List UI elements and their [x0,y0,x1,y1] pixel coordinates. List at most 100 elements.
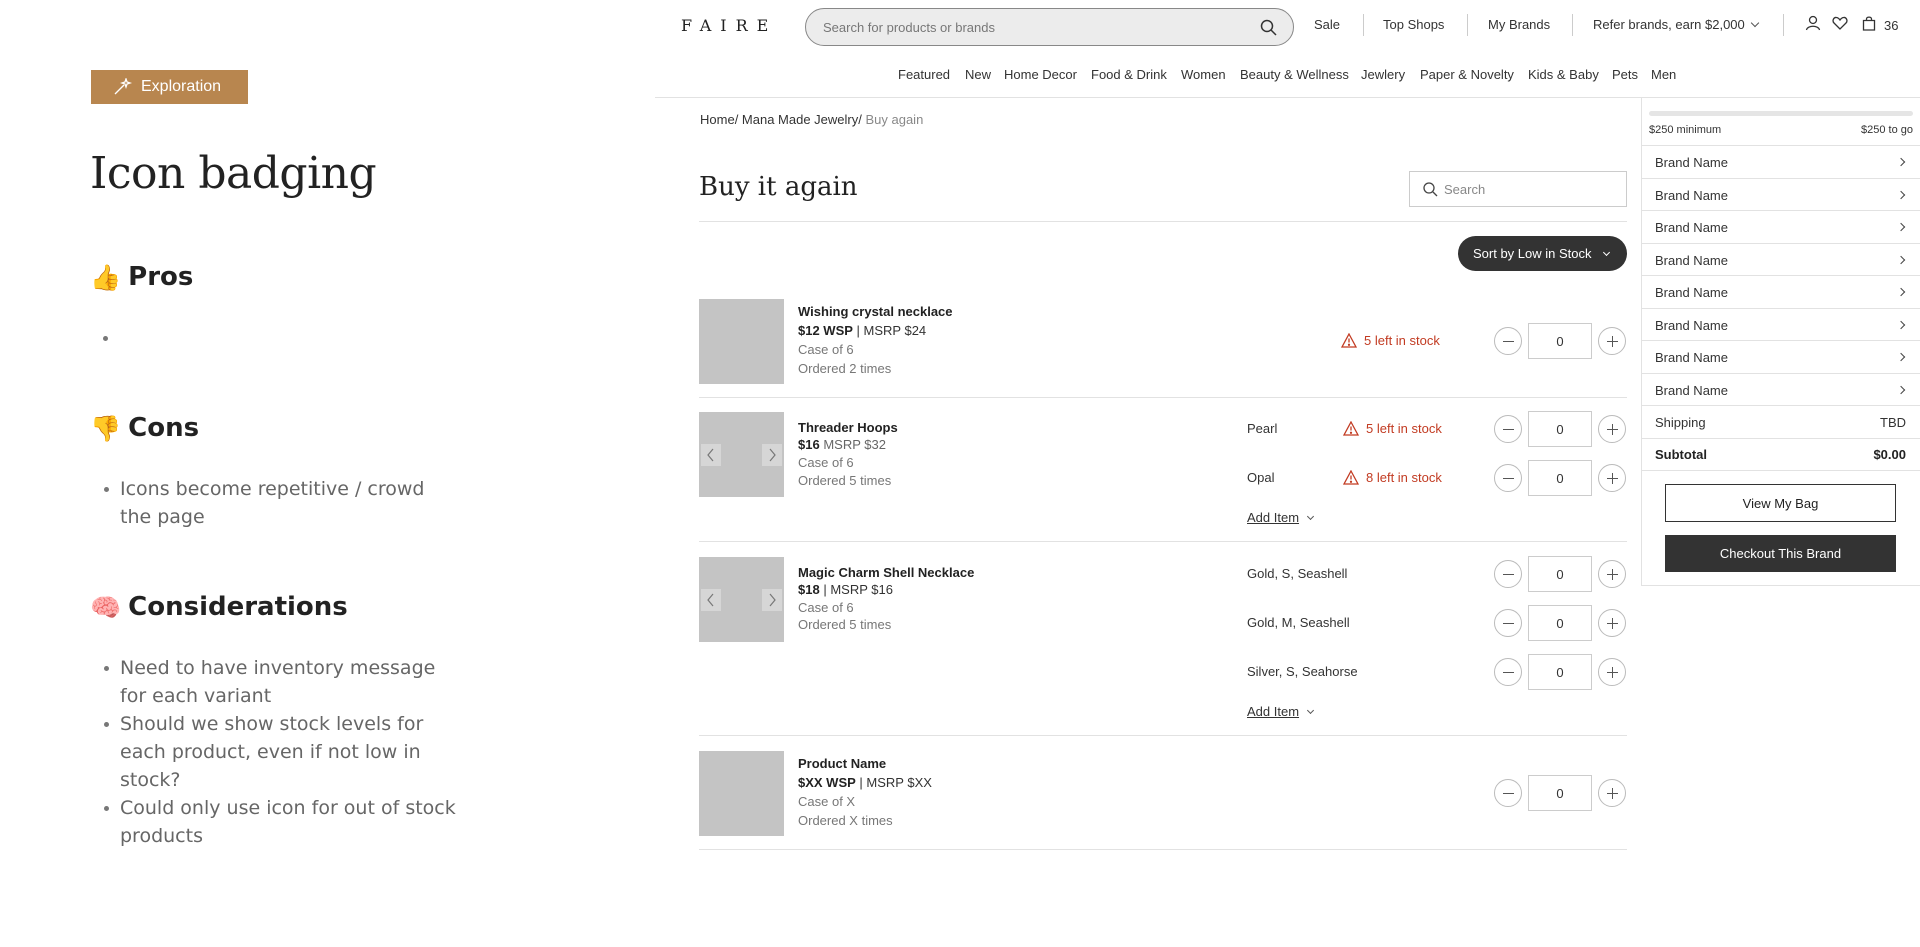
next-image-button[interactable] [762,444,782,466]
product-image[interactable] [699,412,784,497]
cart-brand-row[interactable]: Brand Name [1641,145,1920,178]
increment-button[interactable] [1598,415,1626,443]
increment-button[interactable] [1598,609,1626,637]
product-name[interactable]: Wishing crystal necklace [798,304,953,319]
category-home-decor[interactable]: Home Decor [1004,67,1077,82]
prev-image-button[interactable] [701,444,721,466]
brand-name: Brand Name [1655,317,1728,333]
nav-refer[interactable]: Refer brands, earn $2,000 [1593,17,1760,32]
product-name[interactable]: Product Name [798,756,886,771]
cons-list: Icons become repetitive / crowd the page [104,475,460,531]
nav-sale[interactable]: Sale [1314,17,1340,32]
add-item-button[interactable]: Add Item [1247,510,1315,525]
notes-title: Icon badging [90,148,377,199]
nav-my-brands[interactable]: My Brands [1488,17,1550,32]
decrement-button[interactable] [1494,327,1522,355]
user-icon[interactable] [1805,15,1821,31]
prev-image-button[interactable] [701,589,721,611]
add-item-button[interactable]: Add Item [1247,704,1315,719]
decrement-button[interactable] [1494,609,1522,637]
product-ordered: Ordered X times [798,813,893,828]
chevron-right-icon [769,593,776,607]
breadcrumb-brand[interactable]: Mana Made Jewelry [742,112,858,127]
shipping-value: TBD [1880,414,1906,430]
category-women[interactable]: Women [1181,67,1226,82]
notes-panel: Exploration Icon badging 👍 Pros 👎 Cons I… [0,0,655,947]
increment-button[interactable] [1598,658,1626,686]
category-pets[interactable]: Pets [1612,67,1638,82]
view-bag-button[interactable]: View My Bag [1665,484,1896,522]
product-image[interactable] [699,557,784,642]
chevron-left-icon [707,448,714,462]
category-food-drink[interactable]: Food & Drink [1091,67,1167,82]
quantity-input[interactable]: 0 [1528,605,1592,641]
product-name[interactable]: Threader Hoops [798,420,898,435]
category-paper-novelty[interactable]: Paper & Novelty [1420,67,1514,82]
cart-brand-row[interactable]: Brand Name [1641,275,1920,308]
stock-warning: 5 left in stock [1343,421,1442,436]
quantity-input[interactable]: 0 [1528,411,1592,447]
product-image[interactable] [699,299,784,384]
faire-logo[interactable]: FAIRE [681,16,777,35]
quantity-input[interactable]: 0 [1528,654,1592,690]
breadcrumb-home[interactable]: Home [700,112,735,127]
chevron-right-icon [769,448,776,462]
category-jewelry[interactable]: Jewlery [1361,67,1405,82]
page-title: Buy it again [699,172,858,202]
stock-text: 8 left in stock [1366,470,1442,485]
bag-icon[interactable] [1861,15,1877,31]
product-price: $16 MSRP $32 [798,437,886,452]
sort-dropdown[interactable]: Sort by Low in Stock [1458,236,1627,271]
quantity-input[interactable]: 0 [1528,460,1592,496]
list-search-input[interactable]: Search [1409,171,1627,207]
brain-icon: 🧠 [90,592,122,622]
checkout-brand-button[interactable]: Checkout This Brand [1665,535,1896,572]
shipping-label: Shipping [1655,414,1706,430]
increment-button[interactable] [1598,560,1626,588]
search-input[interactable]: Search for products or brands [805,8,1294,46]
product-case: Case of X [798,794,856,809]
chevron-left-icon [707,593,714,607]
increment-button[interactable] [1598,464,1626,492]
decrement-button[interactable] [1494,464,1522,492]
breadcrumb: Home/ Mana Made Jewelry/ Buy again [700,112,924,127]
empty-bullet [103,336,108,341]
search-icon[interactable] [1260,19,1277,36]
minimum-label: $250 minimum [1649,124,1722,136]
cart-brand-row[interactable]: Brand Name [1641,308,1920,341]
cart-brand-row[interactable]: Brand Name [1641,178,1920,211]
brand-name: Brand Name [1655,252,1728,268]
category-featured[interactable]: Featured [898,67,950,82]
product-name[interactable]: Magic Charm Shell Necklace [798,565,974,580]
category-new[interactable]: New [965,67,991,82]
product-case: Case of 6 [798,600,854,615]
cart-brand-row[interactable]: Brand Name [1641,373,1920,406]
decrement-button[interactable] [1494,658,1522,686]
heart-icon[interactable] [1832,15,1848,31]
quantity-input[interactable]: 0 [1528,323,1592,359]
product-case: Case of 6 [798,455,854,470]
cart-brand-row[interactable]: Brand Name [1641,340,1920,373]
next-image-button[interactable] [762,589,782,611]
cart-brand-row[interactable]: Brand Name [1641,210,1920,243]
minimum-progress-bar [1649,111,1913,116]
chevron-right-icon [1896,385,1906,395]
category-beauty-wellness[interactable]: Beauty & Wellness [1240,67,1349,82]
exploration-tag: Exploration [91,70,248,104]
increment-button[interactable] [1598,779,1626,807]
pros-heading-label: Pros [128,262,194,292]
quantity-input[interactable]: 0 [1528,775,1592,811]
warning-icon [1343,470,1359,485]
chevron-right-icon [1896,157,1906,167]
quantity-input[interactable]: 0 [1528,556,1592,592]
decrement-button[interactable] [1494,415,1522,443]
add-item-label: Add Item [1247,510,1300,525]
category-men[interactable]: Men [1651,67,1676,82]
increment-button[interactable] [1598,327,1626,355]
nav-top-shops[interactable]: Top Shops [1383,17,1444,32]
decrement-button[interactable] [1494,560,1522,588]
decrement-button[interactable] [1494,779,1522,807]
product-image[interactable] [699,751,784,836]
category-kids-baby[interactable]: Kids & Baby [1528,67,1599,82]
cart-brand-row[interactable]: Brand Name [1641,243,1920,276]
